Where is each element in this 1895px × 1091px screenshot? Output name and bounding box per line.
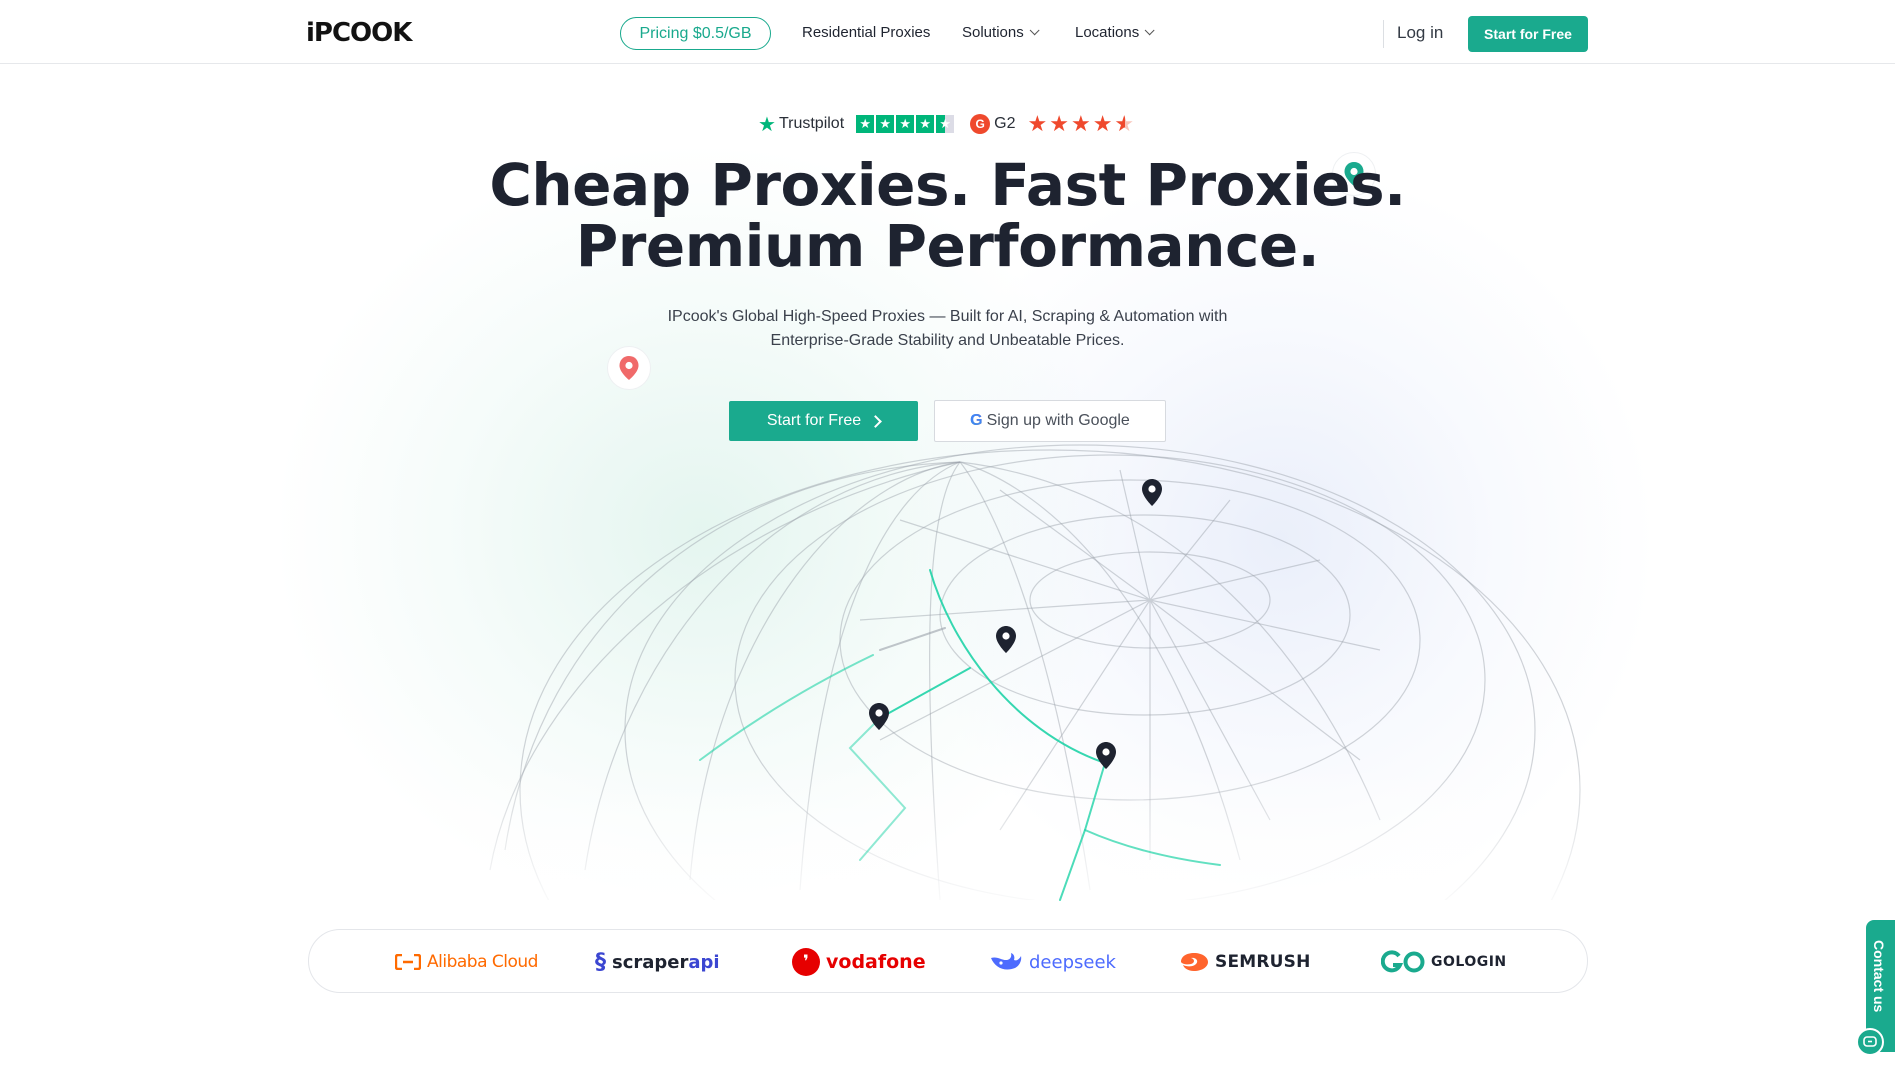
vodafone-logo: ❜ vodafone [792,948,926,976]
star-icon: ★ [1070,111,1091,136]
star-icon: ★ [1092,111,1113,136]
nav-solutions[interactable]: Solutions [962,24,1040,41]
chevron-right-icon [869,414,882,428]
location-pin-icon [619,356,639,380]
scraperapi-text-b: api [688,951,720,973]
scraperapi-icon: § [595,949,606,975]
semrush-text: SEMRUSH [1215,952,1311,972]
google-signup-label: Sign up with Google [986,412,1130,429]
subtext-line-1: IPcook's Global High-Speed Proxies — Bui… [667,308,1228,325]
nav-divider [1383,20,1384,48]
semrush-logo: SEMRUSH [1179,948,1311,976]
nav-solutions-label: Solutions [962,24,1024,41]
deepseek-logo: deepseek [989,948,1116,976]
star-icon: ★ [856,115,875,133]
login-link[interactable]: Log in [1397,23,1443,43]
scraperapi-text: scraperapi [612,952,720,973]
gologin-go-icon [1381,950,1425,973]
map-pin-icon [1142,479,1162,506]
contact-us-label: Contact us [1871,940,1887,1013]
g2-label: G2 [994,115,1016,132]
map-pin-icon [996,626,1016,653]
gologin-logo: GOLOGIN [1381,948,1507,976]
star-icon: ★ [1049,111,1069,136]
vodafone-text: vodafone [826,951,926,973]
semrush-flame-icon [1181,953,1208,971]
deepseek-whale-icon [991,953,1022,970]
scraperapi-text-a: scraper [612,951,689,973]
star-icon: ★ [916,115,935,133]
pricing-button[interactable]: Pricing $0.5/GB [620,17,771,50]
trustpilot-stars: ★ ★ ★ ★ ★ [856,115,955,133]
client-logo-strip: Alibaba Cloud § scraperapi ❜ vodafone de… [308,929,1588,993]
hero-start-button[interactable]: Start for Free [729,401,918,441]
top-navbar: iPCOOK Pricing $0.5/GB Residential Proxi… [0,0,1895,64]
scraperapi-logo: § scraperapi [595,948,720,976]
alibaba-bracket-icon [395,954,421,970]
g2-logo-icon: G [970,114,991,134]
trustpilot-star-icon: ★ [758,113,776,136]
nav-residential-proxies[interactable]: Residential Proxies [802,24,930,41]
subtext-line-2: Enterprise-Grade Stability and Unbeatabl… [770,332,1125,349]
ipcook-logo[interactable]: iPCOOK [306,18,412,48]
star-icon: ★ [876,115,895,133]
chevron-down-icon [1029,25,1040,36]
hero-headline: Cheap Proxies. Fast Proxies. Premium Per… [0,155,1895,277]
nav-locations-label: Locations [1075,24,1140,41]
headline-line-1: Cheap Proxies. Fast Proxies. [489,151,1406,219]
trustpilot-label: Trustpilot [778,115,845,132]
nav-locations[interactable]: Locations [1075,24,1155,41]
nav-residential-proxies-label: Residential Proxies [802,24,931,41]
chat-bubble-icon[interactable] [1856,1028,1884,1056]
hero-start-label: Start for Free [766,412,862,429]
star-icon: ★ [896,115,915,133]
chevron-down-icon [1144,25,1155,36]
chat-icon [1863,1036,1877,1047]
deepseek-text: deepseek [1029,951,1116,973]
star-icon: ★ [1027,111,1048,136]
ratings-row: ★ Trustpilot ★ ★ ★ ★ ★ G G2 ★ ★ ★ ★ ★ [758,111,1134,137]
google-signup-button[interactable]: G Sign up with Google [934,400,1166,442]
alibaba-cloud-logo: Alibaba Cloud [395,948,538,976]
half-star-icon: ★ [936,115,955,133]
header-start-button[interactable]: Start for Free [1468,16,1588,52]
google-icon: G [970,412,983,429]
half-star-icon: ★ [1114,111,1135,136]
headline-line-2: Premium Performance. [575,212,1320,280]
hero-subtext: IPcook's Global High-Speed Proxies — Bui… [0,305,1895,353]
gologin-text: GOLOGIN [1431,954,1507,970]
alibaba-cloud-text: Alibaba Cloud [427,952,538,972]
g2-stars: ★ ★ ★ ★ ★ [1027,111,1134,137]
vodafone-speechmark-icon: ❜ [792,948,820,976]
